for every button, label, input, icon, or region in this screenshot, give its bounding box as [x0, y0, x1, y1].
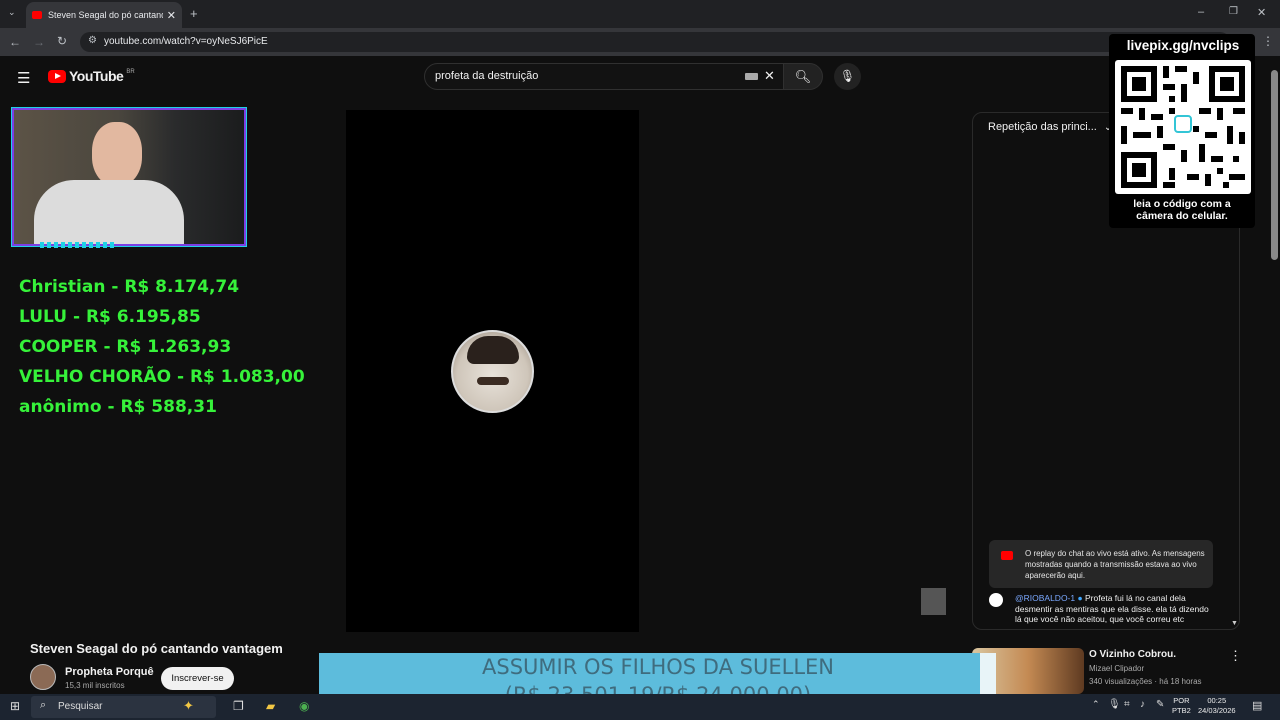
qr-caption: leia o código com a câmera do celular. — [1112, 198, 1252, 222]
chat-scroll-down-icon[interactable]: ▼ — [1231, 620, 1238, 627]
goal-title: ASSUMIR OS FILHOS DA SUELLEN — [482, 655, 834, 679]
taskbar-search-placeholder: Pesquisar — [58, 701, 103, 712]
file-explorer-icon[interactable]: ▰ — [266, 699, 275, 713]
search-icon: 🔍︎ — [794, 69, 812, 84]
language-code: POR — [1173, 696, 1190, 705]
clock-date: 24/03/2026 — [1198, 706, 1236, 715]
page-scrollbar[interactable] — [1271, 70, 1278, 260]
chat-message: @RIOBALDO-1 ● Profeta fui lá no canal de… — [1015, 593, 1215, 625]
recommendation-title[interactable]: O Vizinho Cobrou. — [1089, 649, 1176, 660]
minimize-icon[interactable]: – — [1198, 6, 1204, 18]
tab-close-icon[interactable]: ✕ — [167, 9, 176, 22]
streamer-body — [34, 180, 184, 244]
taskbar-search-input[interactable]: ⌕ Pesquisar ✦ — [31, 696, 216, 718]
close-window-icon[interactable]: ✕ — [1257, 6, 1266, 19]
channel-name[interactable]: Propheta Porquê — [65, 666, 154, 678]
recommendation-channel[interactable]: Mizael Clipador — [1089, 664, 1144, 673]
taskbar-clock[interactable]: 00:25 24/03/2026 — [1198, 696, 1236, 716]
browser-tab[interactable]: Steven Seagal do pó cantando ✕ — [26, 2, 182, 28]
streamer-face — [92, 122, 142, 186]
chat-replay-notice-text: O replay do chat ao vivo está ativo. As … — [1025, 549, 1205, 580]
chat-mode-label: Repetição das princi... — [988, 121, 1097, 133]
site-info-icon[interactable]: ⚙ — [88, 35, 97, 46]
donor-entry: COOPER - R$ 1.263,93 — [19, 337, 232, 357]
microphone-icon: 🎙︎ — [839, 69, 856, 83]
more-options-icon[interactable]: ⋮ — [1229, 648, 1242, 664]
volume-icon[interactable]: ♪ — [1140, 699, 1145, 710]
video-title: Steven Seagal do pó cantando vantagem — [30, 641, 283, 656]
donor-entry: Christian - R$ 8.174,74 — [19, 277, 240, 297]
youtube-icon — [1001, 551, 1013, 560]
search-input[interactable]: profeta da destruição ✕ — [424, 63, 784, 90]
network-icon[interactable]: ⌗ — [1124, 699, 1130, 710]
clear-search-icon[interactable]: ✕ — [764, 68, 775, 84]
new-tab-button[interactable]: + — [190, 6, 198, 21]
menu-icon[interactable]: ☰ — [17, 69, 30, 87]
keyboard-icon[interactable] — [745, 73, 758, 80]
youtube-logo[interactable]: YouTube BR — [48, 68, 135, 84]
small-thumbnail[interactable] — [921, 588, 946, 615]
video-profile-picture — [451, 330, 534, 413]
subscribe-button[interactable]: Inscrever-se — [161, 667, 234, 690]
url-text: youtube.com/watch?v=oyNeSJ6PicE — [104, 36, 268, 47]
back-icon[interactable]: ← — [9, 35, 21, 49]
chrome-icon[interactable]: ◉ — [299, 699, 309, 713]
keyboard-layout: PTB2 — [1172, 706, 1191, 715]
browser-menu-icon[interactable]: ⋮ — [1262, 34, 1274, 48]
channel-avatar[interactable] — [30, 664, 56, 690]
donor-entry: anônimo - R$ 588,31 — [19, 397, 217, 417]
youtube-play-icon — [48, 69, 66, 83]
donor-entry: LULU - R$ 6.195,85 — [19, 307, 201, 327]
sparkle-icon: ✦ — [183, 698, 194, 713]
hidden-icons-chevron-icon[interactable]: ⌃ — [1092, 699, 1100, 710]
notifications-icon[interactable]: ▤ — [1252, 699, 1262, 712]
maximize-icon[interactable]: ❐ — [1229, 6, 1238, 17]
search-icon: ⌕ — [40, 699, 47, 711]
qr-code-icon — [1115, 60, 1251, 194]
reload-icon[interactable]: ↻ — [57, 34, 67, 48]
microphone-icon[interactable]: 🎙︎ — [1108, 699, 1121, 710]
tab-title: Steven Seagal do pó cantando — [48, 10, 163, 20]
youtube-wordmark: YouTube — [69, 68, 124, 84]
tab-search-icon[interactable]: ⌄ — [8, 7, 16, 18]
chat-replay-notice: O replay do chat ao vivo está ativo. As … — [989, 540, 1213, 588]
webcam-frame-decoration — [40, 242, 116, 248]
channel-subscribers: 15,3 mil inscritos — [65, 681, 125, 690]
address-bar: ← → ↻ ⚙ youtube.com/watch?v=oyNeSJ6PicE … — [0, 28, 1280, 56]
chat-mode-dropdown[interactable]: Repetição das princi... ⌄ — [988, 121, 1112, 133]
verified-icon: ● — [1077, 593, 1083, 603]
youtube-favicon-icon — [32, 11, 42, 19]
forward-icon[interactable]: → — [33, 35, 45, 49]
task-view-icon[interactable]: ❐ — [233, 699, 244, 713]
region-code: BR — [126, 69, 135, 75]
recommendation-meta: 340 visualizações · há 18 horas — [1089, 677, 1202, 686]
donor-entry: VELHO CHORÃO - R$ 1.083,00 — [19, 367, 305, 387]
chat-user-avatar[interactable] — [989, 593, 1003, 607]
streamer-webcam — [12, 108, 246, 246]
voice-search-button[interactable]: 🎙︎ — [834, 63, 861, 90]
url-field[interactable]: ⚙ youtube.com/watch?v=oyNeSJ6PicE — [80, 32, 1230, 52]
qr-caption-line1: leia o código com a — [1133, 198, 1231, 210]
clock-time: 00:25 — [1207, 696, 1227, 705]
qr-caption-line2: câmera do celular. — [1136, 210, 1228, 222]
pen-icon[interactable]: ✎ — [1156, 699, 1164, 710]
search-button[interactable]: 🔍︎ — [783, 63, 823, 90]
qr-title: livepix.gg/nvclips — [1126, 38, 1240, 53]
windows-start-icon[interactable]: ⊞ — [10, 699, 20, 713]
tab-bar: ⌄ Steven Seagal do pó cantando ✕ + – ❐ ✕ — [0, 0, 1280, 28]
search-query: profeta da destruição — [435, 70, 539, 82]
input-language[interactable]: POR PTB2 — [1172, 696, 1191, 716]
chat-username[interactable]: @RIOBALDO-1 — [1015, 593, 1075, 603]
